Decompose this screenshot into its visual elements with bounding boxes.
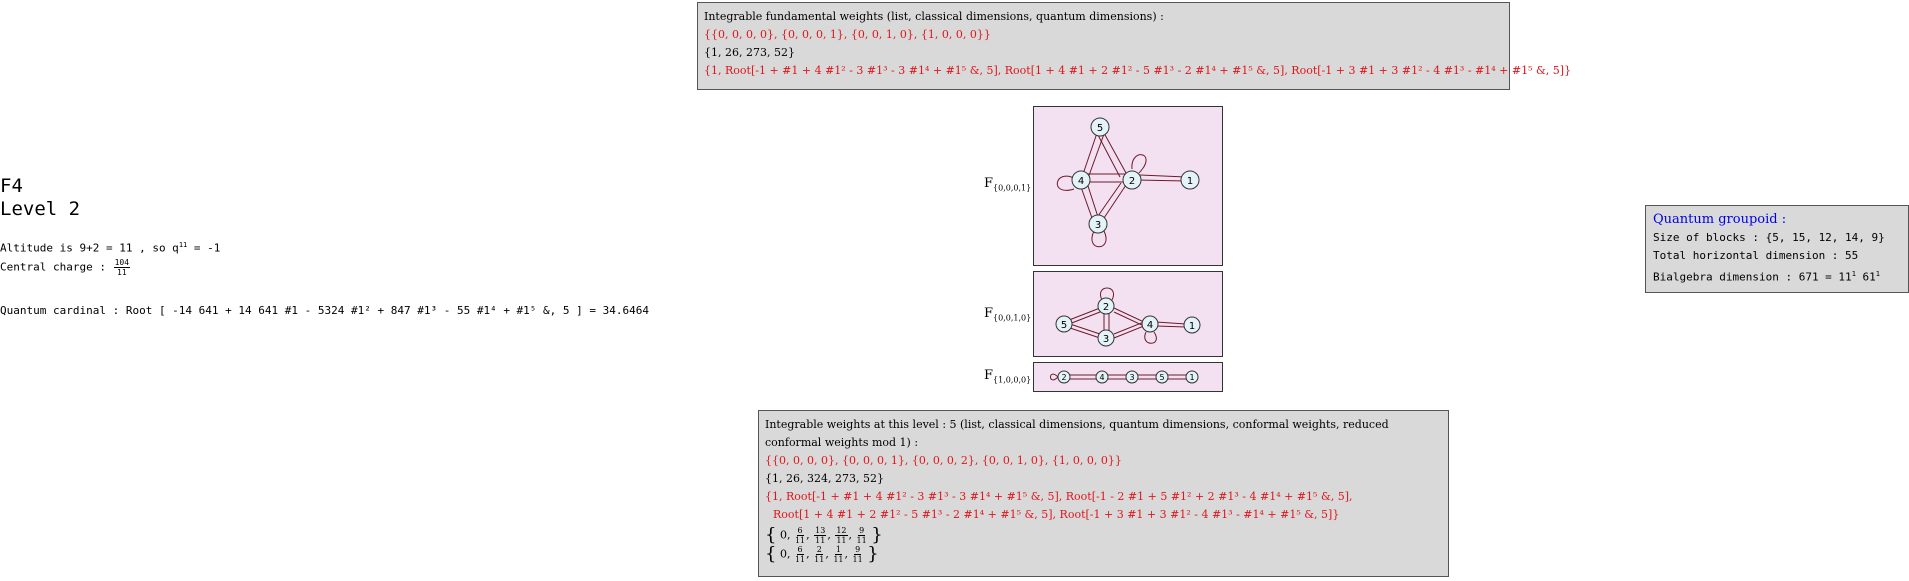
level-weights-panel: Integrable weights at this level : 5 (li… (758, 410, 1449, 577)
reduced-conformal-weights: { 0, 6 11, 2 11, 1 11, 9 11 } (765, 543, 879, 565)
level-quantum-dims-1: {1, Root[-1 + #1 + 4 #1² - 3 #1³ - 3 #1⁴… (765, 490, 1353, 503)
g3-edge (1168, 374, 1186, 380)
graph2-label: F{0,0,1,0} (984, 306, 1032, 323)
conformal-weights: { 0, 6 11, 13 11, 12 11, 9 11 } (765, 524, 883, 546)
g2-node-label: 1 (1189, 321, 1195, 332)
fundamental-weights-panel: Integrable fundamental weights (list, cl… (697, 2, 1572, 90)
g2-node-label: 2 (1103, 302, 1109, 313)
g2-edge (1155, 321, 1187, 325)
g2-edge (1155, 325, 1187, 328)
g3-node-label: 4 (1099, 373, 1104, 382)
g3-edge (1108, 374, 1126, 380)
groupoid-blocks: Size of blocks : {5, 15, 12, 14, 9} (1653, 231, 1885, 244)
fundamental-weights-header: Integrable fundamental weights (list, cl… (704, 10, 1164, 23)
g3-edge (1138, 374, 1156, 380)
g1-node-label: 1 (1187, 176, 1193, 187)
quantum-cardinal-line: Quantum cardinal : Root [ -14 641 + 14 6… (0, 304, 650, 317)
graph3-label: F{1,0,0,0} (984, 368, 1032, 385)
g1-edge-2-3 (1103, 184, 1127, 219)
g2-loop (1144, 331, 1157, 344)
g3-node-label: 1 (1189, 373, 1194, 382)
level-quantum-dims-2: Root[1 + 4 #1 + 2 #1² - 5 #1³ - 2 #1⁴ + … (773, 508, 1340, 521)
g3-loop (1050, 373, 1059, 381)
g1-edge-2-1b (1139, 179, 1187, 182)
level-weights-list: {{0, 0, 0, 0}, {0, 0, 0, 1}, {0, 0, 0, 2… (765, 454, 1122, 467)
fusion-graph-2-svg: 2 5 4 1 3 (1055, 287, 1201, 347)
fundamental-classical-dims: {1, 26, 273, 52} (704, 46, 795, 59)
g2-node-label: 3 (1103, 334, 1109, 345)
g2-edge (1113, 307, 1145, 323)
g2-node-label: 4 (1147, 320, 1153, 331)
g1-edge-4-3 (1080, 186, 1093, 219)
altitude-line: Altitude is 9+2 = 11 , so q11 = -1 (0, 241, 221, 255)
g3-edge (1070, 374, 1096, 380)
fusion-graph-3: 2 4 3 5 1 (1033, 362, 1223, 392)
g1-node-label: 3 (1095, 220, 1101, 231)
groupoid-horizontal: Total horizontal dimension : 55 (1653, 249, 1859, 262)
level-classical-dims: {1, 26, 324, 273, 52} (765, 472, 884, 485)
g3-node-label: 3 (1129, 373, 1134, 382)
fusion-graph-1: 5 4 2 1 3 (1033, 106, 1223, 266)
quantum-groupoid-panel: Quantum groupoid : Size of blocks : {5, … (1645, 205, 1909, 293)
graph1-label: F{0,0,0,1} (984, 176, 1032, 193)
level-title: Level 2 (0, 198, 81, 220)
g1-node-label: 2 (1129, 176, 1135, 187)
level-weights-header: Integrable weights at this level : 5 (li… (765, 418, 1389, 449)
fusion-graph-2: 2 5 4 1 3 (1033, 271, 1223, 357)
central-charge-line: Central charge : 104 11 (0, 258, 131, 277)
g1-node-label: 4 (1078, 176, 1084, 187)
fusion-graph-1-svg: 5 4 2 1 3 (1056, 117, 1200, 248)
fusion-graph-3-svg: 2 4 3 5 1 (1050, 370, 1199, 384)
groupoid-title: Quantum groupoid : (1653, 212, 1787, 227)
g1-edge-2-1 (1139, 174, 1187, 178)
g3-node-label: 5 (1159, 373, 1164, 382)
g1-loop-2 (1131, 154, 1147, 174)
g2-node-label: 5 (1061, 320, 1067, 331)
g1-node-label: 5 (1097, 123, 1103, 134)
central-charge-fraction: 104 11 (113, 258, 131, 277)
groupoid-bialgebra: Bialgebra dimension : 671 = 111 611 (1653, 270, 1880, 284)
algebra-title: F4 (0, 175, 23, 197)
fundamental-quantum-dims: {1, Root[-1 + #1 + 4 #1² - 3 #1³ - 3 #1⁴… (704, 64, 1572, 77)
g1-edge-2-3b (1097, 182, 1122, 217)
g3-node-label: 2 (1061, 373, 1066, 382)
fundamental-weights-list: {{0, 0, 0, 0}, {0, 0, 0, 1}, {0, 0, 1, 0… (704, 28, 991, 41)
